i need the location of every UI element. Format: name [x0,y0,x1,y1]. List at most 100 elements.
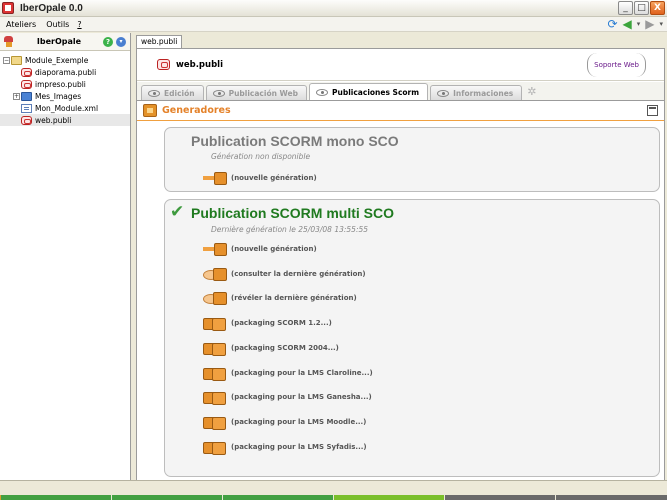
panel-menu-icon[interactable]: ▾ [116,36,126,47]
document-body: web.publi Soporte Web Edición Publicació… [136,48,665,480]
new-generation-action[interactable]: (nouvelle génération) [203,169,317,187]
success-check-icon: ✔ [170,202,185,222]
eye-icon [437,89,450,97]
document-tab[interactable]: web.publi [136,35,183,48]
packaging-moodle-action[interactable]: (packaging pour la LMS Moodle...) [203,413,366,431]
tab-informaciones[interactable]: Informaciones [430,85,523,100]
help-icon[interactable]: ? [103,36,113,47]
new-generation-action[interactable]: (nouvelle génération) [203,240,317,258]
tab-publicacion-web[interactable]: Publicación Web [205,85,308,100]
taskbar-segment[interactable] [445,495,555,500]
taskbar-segment[interactable] [334,495,444,500]
tree-item-module-exemple[interactable]: − Module_Exemple [0,54,130,66]
menu-ateliers[interactable]: Ateliers [6,20,36,29]
tab-label: Informaciones [453,88,514,98]
packaging-claroline-action[interactable]: (packaging pour la LMS Claroline...) [203,364,373,382]
tree-item-label: Mon_Module.xml [35,103,99,113]
tree-item-label: Module_Exemple [25,55,89,65]
toolbar: ⟳ ◀ ▾ ▶ ▾ [607,18,663,31]
package-icon [203,340,229,356]
action-label: (packaging SCORM 2004...) [231,344,339,352]
document-title: web.publi [176,59,223,70]
generator-title: Publication SCORM mono SCO [191,133,399,149]
taskbar-segment[interactable] [223,495,333,500]
package-icon [203,315,229,331]
tab-label: Publicación Web [228,88,299,98]
back-dropdown-icon[interactable]: ▾ [637,18,641,31]
action-label: (packaging SCORM 1.2...) [231,319,332,327]
back-arrow-icon[interactable]: ◀ [623,18,632,31]
packaging-syfadis-action[interactable]: (packaging pour la LMS Syfadis...) [203,438,367,456]
new-generation-icon [203,241,229,257]
tree-item-impreso[interactable]: impreso.publi [0,78,130,90]
window-controls: _ □ X [618,1,665,15]
app-logo-icon [2,2,14,14]
taskbar [0,480,667,500]
collapse-toggle-icon[interactable]: − [3,56,10,64]
generator-mono-sco: Publication SCORM mono SCO Génération no… [164,127,660,192]
taskbar-segment[interactable] [112,495,222,500]
package-icon [203,365,229,381]
menu-bar: Ateliers Outils ? ⟳ ◀ ▾ ▶ ▾ [0,17,667,32]
tree-item-web-publi[interactable]: web.publi [0,114,130,126]
package-icon [203,389,229,405]
publication-icon [21,115,32,125]
tree-item-mon-module[interactable]: Mon_Module.xml [0,102,130,114]
generators-header: Generadores [137,101,664,121]
reveal-last-generation-action[interactable]: (révéler la dernière génération) [203,289,357,307]
sync-icon[interactable]: ⟳ [607,18,617,31]
generator-status: Génération non disponible [211,152,311,161]
view-generation-icon [203,266,229,282]
minimize-button[interactable]: _ [618,1,633,15]
action-label: (packaging pour la LMS Claroline...) [231,369,373,377]
title-bar: IberOpale 0.0 _ □ X [0,0,667,17]
publication-icon [157,59,170,70]
taskbar-segment[interactable] [556,495,667,500]
menu-outils[interactable]: Outils [46,20,69,29]
generator-status: Dernière génération le 25/03/08 13:55:55 [211,225,369,234]
window-title: IberOpale 0.0 [20,2,83,14]
generators-content: Generadores Publication SCORM mono SCO G… [137,100,664,480]
tab-edicion[interactable]: Edición [141,85,204,100]
tree-item-label: Mes_Images [35,91,82,101]
tree-item-label: impreso.publi [35,79,86,89]
publication-icon [21,67,32,77]
taskbar-segment[interactable] [1,495,111,500]
folder-icon [21,91,32,101]
reveal-generation-icon [203,290,229,306]
forward-dropdown-icon[interactable]: ▾ [659,18,663,31]
left-panel-title: IberOpale [36,37,82,46]
expand-toggle-icon[interactable]: + [13,92,20,100]
action-label: (packaging pour la LMS Moodle...) [231,418,367,426]
package-icon [203,414,229,430]
add-tab-icon[interactable]: ✲ [527,85,536,98]
tree-item-label: diaporama.publi [35,67,97,77]
iberopale-logo-icon [3,35,15,48]
support-web-link[interactable]: Soporte Web [587,53,646,77]
document-header: web.publi Soporte Web [137,49,664,81]
generator-title: Publication SCORM multi SCO [191,205,395,221]
action-label: (packaging pour la LMS Syfadis...) [231,443,367,451]
left-panel: IberOpale ? ▾ − Module_Exemple diaporama… [0,33,131,480]
packaging-scorm-12-action[interactable]: (packaging SCORM 1.2...) [203,314,332,332]
maximize-panel-icon[interactable] [647,105,658,116]
forward-arrow-icon[interactable]: ▶ [645,18,654,31]
action-label: (consulter la dernière génération) [231,270,366,278]
generators-icon [143,104,157,117]
packaging-ganesha-action[interactable]: (packaging pour la LMS Ganesha...) [203,388,372,406]
generators-title: Generadores [162,105,231,116]
tab-publicaciones-scorm[interactable]: Publicaciones Scorm [309,83,429,100]
view-last-generation-action[interactable]: (consulter la dernière génération) [203,265,366,283]
left-panel-header: IberOpale ? ▾ [0,33,130,51]
packaging-scorm-2004-action[interactable]: (packaging SCORM 2004...) [203,339,339,357]
menu-help[interactable]: ? [77,20,81,29]
open-folder-icon [11,55,22,65]
maximize-button[interactable]: □ [634,1,649,15]
generator-multi-sco: ✔ Publication SCORM multi SCO Dernière g… [164,199,660,477]
close-button[interactable]: X [650,1,665,15]
action-label: (nouvelle génération) [231,174,317,182]
tree-item-diaporama[interactable]: diaporama.publi [0,66,130,78]
tab-label: Edición [164,88,195,98]
editor-tabs: Edición Publicación Web Publicaciones Sc… [137,82,664,100]
tree-item-mes-images[interactable]: + Mes_Images [0,90,130,102]
